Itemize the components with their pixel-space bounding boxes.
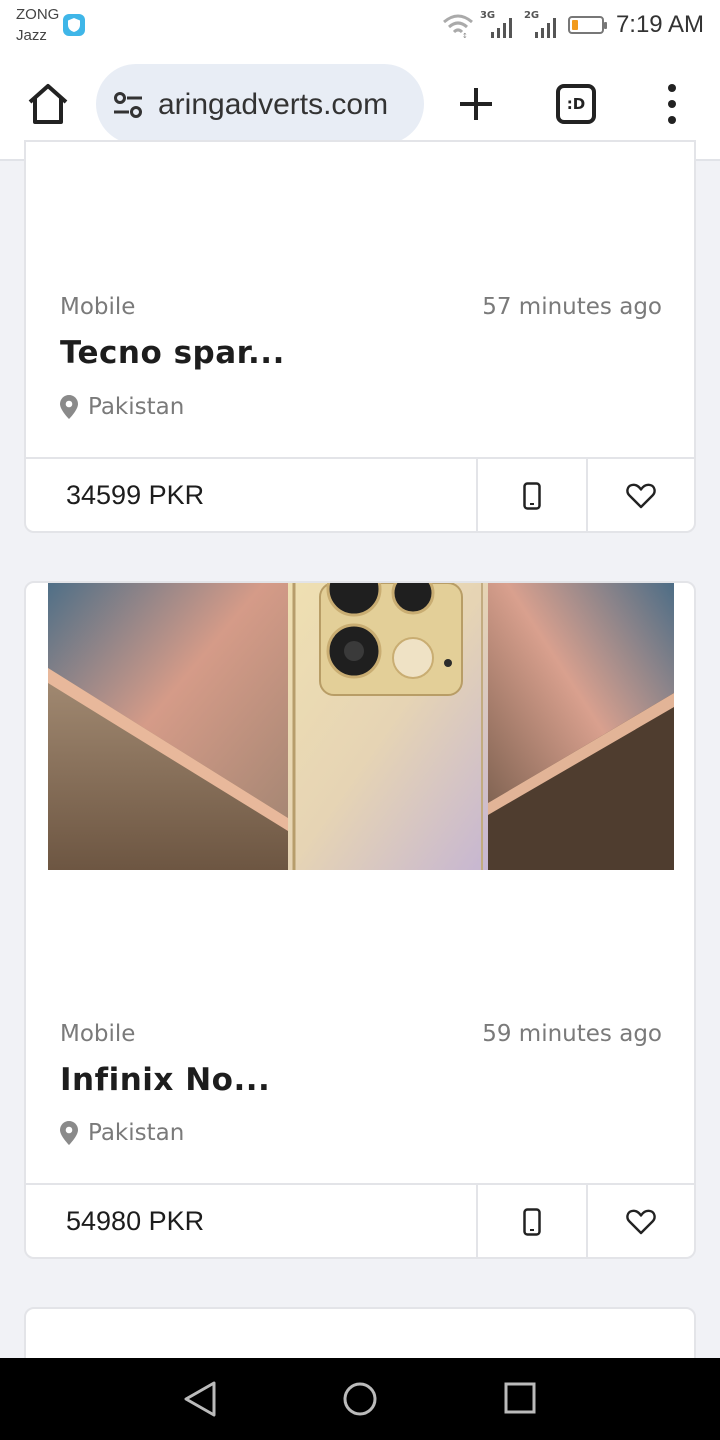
url-text[interactable]: aringadverts.com [158, 88, 388, 122]
call-button[interactable] [476, 459, 586, 531]
address-bar[interactable]: aringadverts.com [96, 64, 424, 144]
location-pin-icon [60, 1121, 78, 1145]
carrier-secondary: Jazz [16, 27, 47, 44]
favorite-button[interactable] [586, 459, 694, 531]
plus-icon[interactable] [456, 84, 496, 124]
listing-category: Mobile [60, 294, 136, 320]
carrier-primary: ZONG [16, 6, 60, 23]
status-bar: ZONG Jazz ↕ 3G 2G 7:19 AM [0, 0, 720, 50]
listing-photo[interactable] [48, 583, 674, 870]
recents-icon[interactable] [504, 1382, 536, 1414]
listing-footer: 54980 PKR [26, 1183, 694, 1257]
menu-dots-icon[interactable] [660, 84, 684, 124]
svg-text:↕: ↕ [462, 32, 468, 38]
heart-icon [626, 483, 656, 509]
home-circle-icon[interactable] [342, 1380, 378, 1418]
listing-card[interactable]: Mobile 57 minutes ago Tecno spar... Paki… [24, 140, 696, 533]
listing-card[interactable]: Mobile 59 minutes ago Infinix No... Paki… [24, 581, 696, 1259]
site-settings-icon[interactable] [112, 91, 144, 119]
listing-category: Mobile [60, 1021, 136, 1047]
wifi-icon: ↕ [442, 14, 473, 38]
listing-location: Pakistan [60, 1118, 184, 1148]
location-text: Pakistan [88, 1120, 185, 1146]
signal-icon: 2G [524, 10, 562, 38]
home-icon[interactable] [26, 82, 70, 126]
tab-switcher-button[interactable]: :D [556, 84, 596, 124]
listing-time: 57 minutes ago [482, 294, 662, 320]
listing-title[interactable]: Infinix No... [60, 1062, 270, 1098]
vpn-shield-icon [63, 14, 85, 36]
heart-icon [626, 1209, 656, 1235]
back-icon[interactable] [182, 1380, 218, 1418]
phone-icon [523, 1208, 541, 1236]
phone-icon [523, 482, 541, 510]
location-pin-icon [60, 395, 78, 419]
system-nav-bar [0, 1358, 720, 1440]
listing-footer: 34599 PKR [26, 457, 694, 531]
listing-location: Pakistan [60, 392, 184, 422]
signal-icon: 3G [480, 10, 518, 38]
listing-price: 34599 PKR [66, 480, 205, 510]
product-image [48, 583, 674, 870]
carrier-info: ZONG Jazz [16, 4, 59, 46]
call-button[interactable] [476, 1185, 586, 1257]
listing-price: 54980 PKR [66, 1206, 205, 1236]
listing-time: 59 minutes ago [482, 1021, 662, 1047]
clock: 7:19 AM [615, 11, 704, 38]
status-indicators: ↕ 3G 2G 7:19 AM [442, 10, 704, 40]
favorite-button[interactable] [586, 1185, 694, 1257]
listing-title[interactable]: Tecno spar... [60, 335, 285, 371]
location-text: Pakistan [88, 394, 185, 420]
battery-icon [567, 16, 607, 34]
